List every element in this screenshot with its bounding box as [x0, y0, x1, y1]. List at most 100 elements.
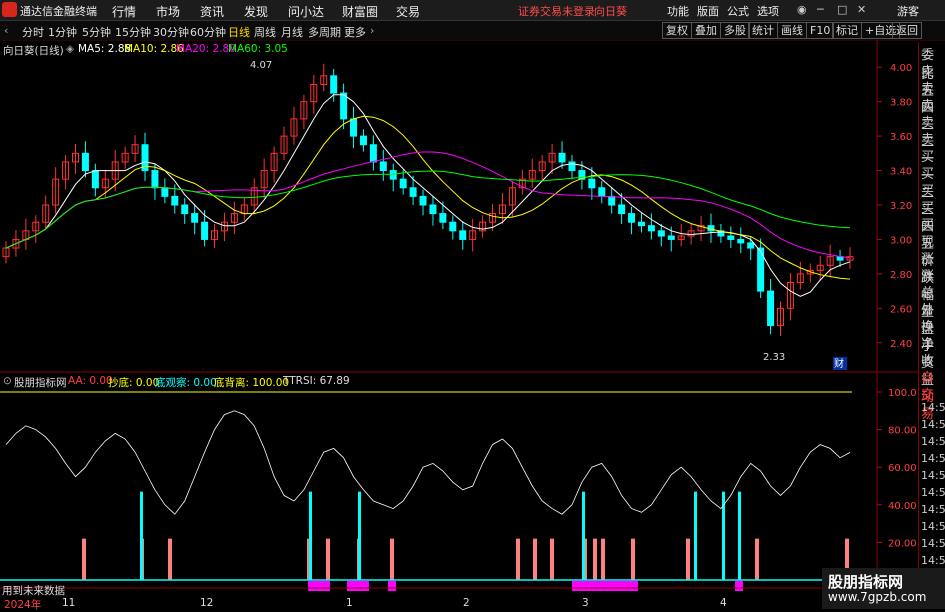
side-panel-item[interactable]: 14:56 [921, 537, 945, 550]
f10-button[interactable]: F10 [806, 22, 835, 39]
period-30min[interactable]: 30分钟 [153, 24, 189, 40]
menu-jiaoyi[interactable]: 交易 [396, 3, 420, 20]
signal-bar-cyan [694, 491, 697, 580]
period-multi[interactable]: 多周期 [308, 24, 341, 40]
side-panel-item[interactable]: 14:56 [921, 520, 945, 533]
date-label-dec: 12 [200, 597, 214, 609]
chaodi-label: 抄底: 0.00 [108, 377, 160, 389]
candle-body [419, 195, 427, 206]
menu-gongshi[interactable]: 公式 [727, 3, 749, 19]
price-tick-label: 3.60 [890, 132, 912, 143]
menu-wenxiaoda[interactable]: 问小达 [288, 3, 324, 20]
period-60min[interactable]: 60分钟 [190, 24, 226, 40]
maximize-icon[interactable]: □ [837, 3, 847, 16]
candle-body [91, 170, 99, 189]
menu-faxian[interactable]: 发现 [244, 3, 268, 20]
period-15min[interactable]: 15分钟 [115, 24, 151, 40]
huaxian-button[interactable]: 画线 [777, 22, 807, 39]
user-icon[interactable]: ◉ [797, 3, 807, 16]
price-tick-label: 3.20 [890, 201, 912, 212]
side-panel-item[interactable]: 14:56 [921, 435, 945, 448]
signal-bar-pink [516, 538, 520, 580]
side-panel-item[interactable]: 14:56 [921, 503, 945, 516]
candle-body [459, 230, 467, 240]
menu-zixun[interactable]: 资讯 [200, 3, 224, 20]
date-label-jan: 1 [346, 597, 353, 609]
app-title: 通达信金融终端 [20, 5, 97, 18]
menu-gongneng[interactable]: 功能 [667, 3, 689, 19]
candle-body [330, 75, 338, 94]
candle-body [439, 213, 447, 223]
menu-caifuquan[interactable]: 财富圈 [342, 3, 378, 20]
candle-body [359, 135, 367, 146]
side-panel-item[interactable]: 14:56 [921, 452, 945, 465]
back-button[interactable]: 返回 [892, 22, 922, 39]
side-panel-item[interactable]: 14:56 [921, 469, 945, 482]
candle-body [628, 213, 636, 223]
date-label-feb: 2 [463, 597, 470, 609]
sub-tick-label: 20.00 [888, 538, 917, 549]
user-label[interactable]: 游客 [897, 3, 919, 19]
news-badge[interactable]: 财 [834, 357, 844, 370]
side-panel-item[interactable]: 14:56 [921, 554, 945, 567]
candle-body [369, 144, 377, 163]
duogu-button[interactable]: 多股 [720, 22, 750, 39]
fuquan-button[interactable]: 复权 [662, 22, 692, 39]
sub-indicator-icon[interactable]: ⊙ [3, 375, 12, 387]
toolbar-handle-icon[interactable]: ‹ [4, 24, 8, 37]
price-tick-label: 2.60 [890, 304, 912, 315]
sub-tick-label: 100.0 [888, 388, 917, 399]
signal-bar-pink [82, 538, 86, 580]
period-1min[interactable]: 1分钟 [48, 24, 77, 40]
signal-block-magenta [308, 581, 330, 591]
menu-banmian[interactable]: 版面 [697, 3, 719, 19]
quote-side-panel[interactable]: 委比 卖五 卖四 卖三 卖二 卖一 买一 买二 买三 买四 买五 现价 涨跌 涨幅 总量 外盘 换手 净资 收益 自动… [918, 42, 945, 609]
ttrsi-label: TTRSI: 67.89 [283, 375, 350, 387]
period-fenshi[interactable]: 分时 [22, 24, 44, 40]
candle-body [379, 161, 387, 172]
chevron-right-icon[interactable]: › [370, 24, 374, 37]
minimize-icon[interactable]: ─ [817, 3, 824, 16]
period-toolbar: ‹ 分时 1分钟 5分钟 15分钟 30分钟 60分钟 日线 周线 月线 多周期… [0, 21, 945, 41]
period-5min[interactable]: 5分钟 [82, 24, 111, 40]
side-panel-item[interactable]: 14:56 [921, 486, 945, 499]
ma60-line [5, 170, 851, 249]
close-icon[interactable]: ✕ [857, 3, 866, 16]
candle-body [171, 195, 179, 206]
menu-shichang[interactable]: 市场 [156, 3, 180, 20]
signal-bar-cyan [582, 491, 585, 580]
price-chart[interactable]: 4.00 3.80 3.60 3.40 3.20 3.00 2.80 2.60 2.40 4.0… [0, 40, 918, 608]
candle-body [399, 178, 407, 189]
side-panel-item[interactable]: 14:56 [921, 418, 945, 431]
watermark-url: www.7gpzb.com [828, 590, 927, 604]
candle-body [588, 178, 596, 189]
year-label: 2024年 [4, 599, 42, 611]
signal-bar-pink [686, 538, 690, 580]
price-tick-label: 3.80 [890, 98, 912, 109]
side-panel-item[interactable]: 14:56 [921, 401, 945, 414]
high-label: 4.07 [250, 60, 272, 71]
period-more[interactable]: 更多 [344, 24, 366, 40]
biaoji-button[interactable]: 标记 [832, 22, 862, 39]
candle-body [151, 170, 159, 189]
menu-hangqing[interactable]: 行情 [112, 3, 136, 20]
menubar: 通达信金融终端 行情 市场 资讯 发现 问小达 财富圈 交易 证券交易未登录 向… [0, 0, 945, 21]
signal-block-magenta [572, 581, 638, 591]
period-week[interactable]: 周线 [254, 24, 276, 40]
diejia-button[interactable]: 叠加 [691, 22, 721, 39]
signal-bar-pink [631, 538, 635, 580]
candle-body [429, 204, 437, 215]
login-notice[interactable]: 证券交易未登录 [518, 3, 595, 19]
ma5-line [5, 94, 851, 297]
date-label-mar: 3 [582, 597, 589, 609]
tongji-button[interactable]: 统计 [748, 22, 778, 39]
period-day[interactable]: 日线 [228, 24, 250, 40]
candle-body [637, 221, 645, 227]
signal-bar-pink [550, 538, 554, 580]
sub-tick-label: 80.00 [888, 426, 917, 437]
signal-block-magenta [388, 581, 396, 591]
candle-body [767, 290, 775, 327]
candle-body [727, 235, 735, 240]
menu-xuanxiang[interactable]: 选项 [757, 3, 779, 19]
period-month[interactable]: 月线 [281, 24, 303, 40]
